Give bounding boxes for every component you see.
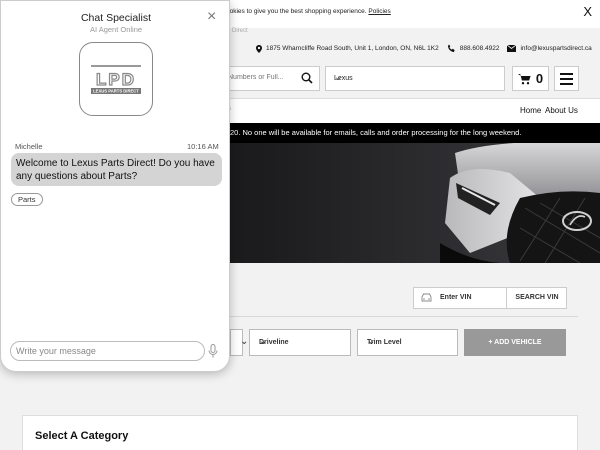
chevron-down-icon: ⌄ — [259, 336, 268, 347]
vin-input[interactable]: Enter VIN — [414, 288, 506, 308]
message-time: 10:16 AM — [187, 142, 219, 151]
vin-placeholder: Enter VIN — [440, 294, 472, 301]
breadcrumb-faded: Direct — [232, 28, 248, 34]
phone[interactable]: 888.608.4922 — [447, 44, 500, 53]
hamburger-menu-button[interactable] — [554, 66, 579, 91]
message-input[interactable] — [16, 346, 201, 356]
cookie-message: ookies to give you the best shopping exp… — [226, 8, 367, 15]
cookie-close-button[interactable]: X — [583, 4, 592, 19]
email-text: info@lexuspartsdirect.ca — [520, 45, 592, 52]
map-pin-icon — [256, 44, 262, 53]
microphone-icon[interactable] — [208, 344, 218, 358]
cookie-policies-link[interactable]: Policies — [368, 8, 390, 15]
address-text: 1875 Wharncliffe Road South, Unit 1, Lon… — [266, 45, 439, 52]
divider — [230, 316, 578, 317]
trim-level-select[interactable]: Trim Level ⌄ — [357, 329, 458, 356]
driveline-select[interactable]: Driveline ⌄ — [249, 329, 351, 356]
lpd-logo-icon: LPD LEXUS PARTS DIRECT — [91, 65, 141, 94]
chat-status: AI Agent Online — [89, 25, 143, 34]
model-select[interactable]: ⌄ — [230, 329, 248, 356]
envelope-icon — [507, 45, 517, 52]
phone-icon — [447, 44, 455, 52]
add-vehicle-button[interactable]: + ADD VEHICLE — [464, 329, 566, 356]
hamburger-line — [560, 72, 573, 75]
chat-close-button[interactable]: × — [207, 9, 216, 25]
hamburger-line — [560, 77, 573, 80]
category-card: Select A Category — [22, 415, 578, 450]
chevron-down-icon: ⌄ — [334, 72, 343, 83]
cart-button[interactable]: 0 — [512, 66, 549, 91]
chat-widget: Chat Specialist AI Agent Online × LPD LE… — [0, 0, 230, 372]
cart-count: 0 — [535, 71, 544, 86]
quick-reply-chip[interactable]: Parts — [11, 193, 43, 206]
message-input-box[interactable] — [10, 341, 205, 361]
message-sender: Michelle — [15, 142, 43, 151]
search-icon[interactable] — [301, 72, 313, 84]
logo-subtext: LEXUS PARTS DIRECT — [93, 89, 139, 94]
car-icon — [421, 293, 432, 302]
search-vin-button[interactable]: SEARCH VIN — [506, 288, 567, 308]
nav-home-link[interactable]: Home — [520, 106, 541, 115]
category-title: Select A Category — [35, 430, 129, 442]
part-search-box[interactable] — [220, 66, 320, 91]
contact-row: 1875 Wharncliffe Road South, Unit 1, Lon… — [256, 44, 600, 53]
hamburger-line — [560, 82, 573, 85]
chat-title: Chat Specialist — [80, 12, 152, 24]
cart-icon — [517, 73, 531, 84]
agent-message-bubble: Welcome to Lexus Parts Direct! Do you ha… — [11, 153, 222, 186]
chevron-down-icon: ⌄ — [367, 336, 376, 347]
logo-letters: LPD — [96, 70, 136, 89]
email[interactable]: info@lexuspartsdirect.ca — [507, 45, 592, 52]
part-search-input[interactable] — [228, 74, 298, 81]
vin-search: Enter VIN SEARCH VIN — [413, 287, 567, 309]
cookie-text: ookies to give you the best shopping exp… — [226, 8, 391, 15]
phone-text: 888.608.4922 — [459, 45, 500, 52]
address: 1875 Wharncliffe Road South, Unit 1, Lon… — [256, 44, 439, 53]
make-select[interactable]: Lexus ⌄ — [325, 66, 505, 91]
agent-avatar-logo: LPD LEXUS PARTS DIRECT — [79, 42, 153, 116]
nav-about-link[interactable]: About Us — [545, 106, 578, 115]
